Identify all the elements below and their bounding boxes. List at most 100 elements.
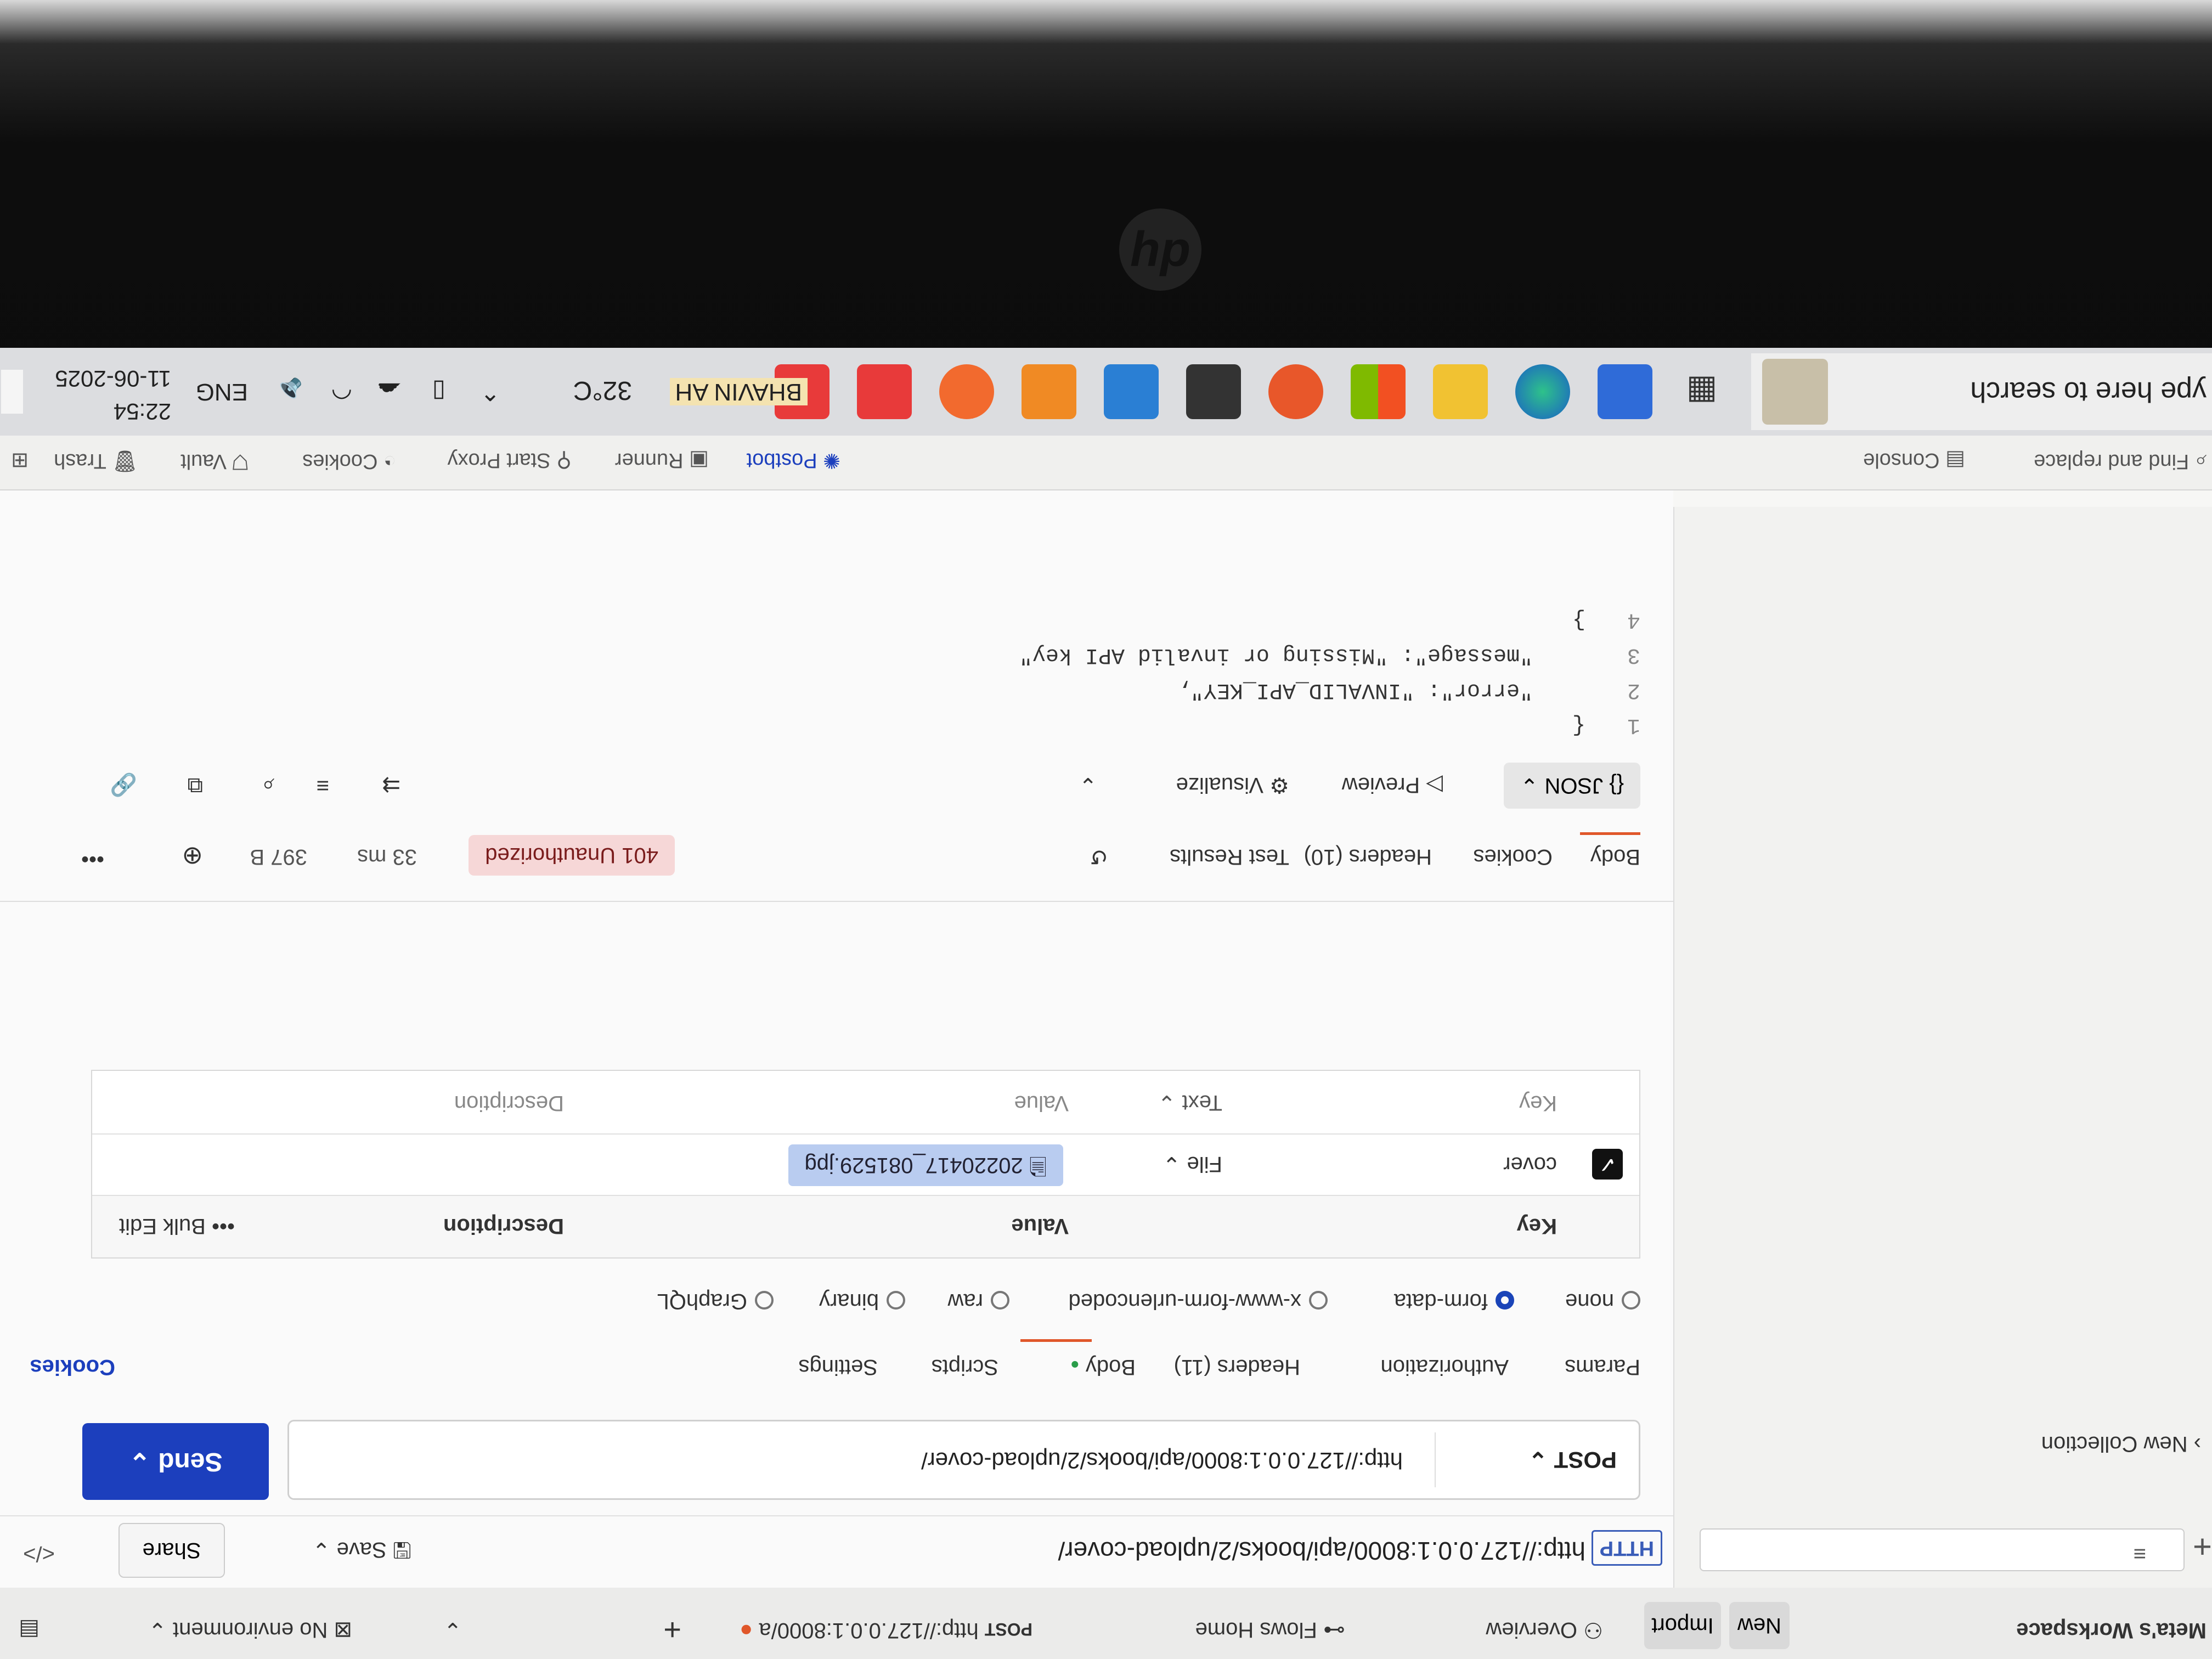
layout-toggle-icon[interactable]: ⊞: [11, 448, 29, 473]
task-view-icon[interactable]: ▦: [1674, 364, 1729, 419]
sidebar-item-new-collection[interactable]: › New Collection: [2041, 1431, 2201, 1456]
url-input[interactable]: http://127.0.0.1:8000/api/books/2/upload…: [921, 1447, 1403, 1474]
trash-button[interactable]: 🗑 Trash: [54, 449, 138, 473]
file-chip[interactable]: 🗎 20220417_081529.jpg: [788, 1144, 1063, 1186]
row-type-select[interactable]: File ⌄: [1163, 1152, 1222, 1177]
code-icon[interactable]: </>: [23, 1541, 55, 1566]
wrap-lines-icon[interactable]: ⇉: [382, 772, 400, 798]
new-tab-plus-icon[interactable]: +: [663, 1612, 681, 1648]
response-divider: [0, 901, 1673, 902]
new-button[interactable]: New: [1729, 1602, 1790, 1649]
save-button[interactable]: 🖫 Save ⌄: [312, 1528, 411, 1566]
response-tab-headers[interactable]: Headers (10): [1304, 844, 1432, 869]
workspace-title[interactable]: Meta's Workspace: [2016, 1618, 2207, 1643]
status-badge[interactable]: 401 Unauthorized: [469, 835, 675, 876]
globe-icon[interactable]: ⊕: [182, 842, 203, 871]
radio-urlencoded[interactable]: x-www-form-urlencoded: [1068, 1289, 1328, 1313]
tab-params[interactable]: Params: [1565, 1355, 1640, 1379]
response-tab-cookies[interactable]: Cookies: [1473, 844, 1553, 869]
postbot-icon: ✺: [817, 449, 840, 472]
runner-button[interactable]: ▣ Runner: [615, 448, 709, 473]
more-options-icon: •••: [205, 1214, 235, 1238]
clock-time[interactable]: 22:54: [114, 398, 171, 425]
response-tab-test-results[interactable]: Test Results: [1170, 844, 1289, 869]
environment-selector[interactable]: ⊠ No environment ⌄: [148, 1617, 352, 1643]
cookies-button[interactable]: ◔ Cookies: [302, 449, 396, 473]
environment-quick-look-icon[interactable]: ▤: [19, 1617, 40, 1643]
filter-icon[interactable]: ≡: [317, 773, 329, 798]
preview-button[interactable]: ▷ Preview: [1342, 772, 1443, 798]
radio-binary[interactable]: binary: [819, 1289, 905, 1313]
onedrive-icon[interactable]: ☁: [377, 377, 402, 405]
link-icon[interactable]: 🔗: [110, 772, 137, 798]
app-icon[interactable]: [1268, 364, 1323, 419]
response-tab-body[interactable]: Body: [1590, 844, 1640, 869]
tab-overview[interactable]: ⚇ Overview: [1486, 1617, 1603, 1643]
search-icon[interactable]: ⌕: [262, 773, 274, 798]
tab-headers[interactable]: Headers (11): [1174, 1355, 1300, 1379]
visualize-button[interactable]: ⚙ Visualize: [1176, 772, 1289, 798]
postbot-button[interactable]: ✺ Postbot: [747, 448, 840, 473]
visualize-dropdown-chevron-icon[interactable]: ⌄: [1079, 772, 1097, 798]
placeholder-type-select[interactable]: Text ⌄: [1158, 1090, 1222, 1115]
tray-chevron-icon[interactable]: ⌃: [480, 377, 500, 405]
placeholder-value-input[interactable]: Value: [1014, 1091, 1069, 1115]
postman-icon[interactable]: [939, 364, 994, 419]
notification-icon[interactable]: [1, 370, 23, 414]
language-indicator[interactable]: ENG: [196, 378, 248, 405]
tab-scripts[interactable]: Scripts: [932, 1355, 998, 1379]
sidebar-search-input[interactable]: [1700, 1528, 2185, 1571]
outlook-icon[interactable]: [1598, 364, 1652, 419]
tab-authorization[interactable]: Authorization: [1381, 1355, 1509, 1379]
tabs-dropdown-chevron-icon[interactable]: ⌄: [443, 1617, 462, 1643]
file-explorer-icon[interactable]: [1433, 364, 1488, 419]
share-button[interactable]: Share: [119, 1523, 225, 1578]
cookies-link[interactable]: Cookies: [30, 1355, 115, 1379]
sidebar-filter-icon[interactable]: ≡: [2134, 1541, 2146, 1566]
terminal-icon[interactable]: [1186, 364, 1241, 419]
bulk-edit-button[interactable]: ••• Bulk Edit: [119, 1214, 235, 1238]
history-icon[interactable]: ↺: [1090, 844, 1108, 869]
response-size[interactable]: 397 B: [250, 844, 307, 869]
row-key-input[interactable]: cover: [1503, 1152, 1557, 1177]
radio-raw-icon: [991, 1290, 1009, 1310]
copy-icon[interactable]: ⧉: [187, 773, 203, 798]
weather-widget[interactable]: 32°C: [573, 375, 632, 405]
tray-device-icon[interactable]: ▯: [432, 377, 445, 405]
import-button[interactable]: Import: [1644, 1602, 1721, 1649]
edge-icon[interactable]: [1515, 364, 1570, 419]
git-icon[interactable]: [857, 364, 912, 419]
tab-settings[interactable]: Settings: [798, 1355, 878, 1379]
start-proxy-button[interactable]: ⚲ Start Proxy: [448, 448, 572, 473]
wifi-icon[interactable]: ◠: [331, 377, 352, 405]
cookie-icon: ◔: [377, 450, 396, 473]
top-bar: Meta's Workspace New Import ⚇ Overview ⊶…: [0, 1587, 2212, 1659]
send-button[interactable]: Send ⌄: [82, 1423, 269, 1500]
clock-date[interactable]: 11-06-2025: [55, 365, 171, 392]
vscode-icon[interactable]: [1104, 364, 1159, 419]
radio-graphql[interactable]: GraphQL: [657, 1289, 774, 1313]
placeholder-key-input[interactable]: Key: [1519, 1091, 1557, 1115]
radio-form-data[interactable]: form-data: [1394, 1289, 1514, 1313]
response-more-icon[interactable]: •••: [81, 847, 104, 871]
row-enabled-checkbox[interactable]: ✓: [1592, 1149, 1623, 1180]
tab-body[interactable]: Body ●: [1070, 1355, 1136, 1379]
find-replace-button[interactable]: ⌕ Find and replace: [2034, 449, 2207, 473]
code-line: 1{: [1572, 713, 1640, 737]
method-select[interactable]: POST ⌄: [1528, 1447, 1617, 1474]
response-code-editor[interactable]: 1{ 2 "error": "INVALID_API_KEY", 3 "mess…: [159, 584, 1640, 737]
tab-request[interactable]: POST http://127.0.0.1:8000/a ●: [740, 1618, 1032, 1643]
microsoft-store-icon[interactable]: [1351, 364, 1406, 419]
placeholder-description-input[interactable]: Description: [454, 1091, 564, 1115]
radio-raw[interactable]: raw: [948, 1289, 1009, 1313]
tab-flows-home[interactable]: ⊶ Flows Home: [1195, 1617, 1345, 1643]
sidebar-add-icon[interactable]: +: [2193, 1528, 2212, 1566]
vault-button[interactable]: ⛉ Vault: [180, 449, 248, 473]
request-title[interactable]: http://127.0.0.1:8000/api/books/2/upload…: [1058, 1536, 1585, 1566]
volume-icon[interactable]: 🔈: [273, 377, 303, 405]
format-select[interactable]: {} JSON ⌄: [1503, 763, 1640, 809]
xampp-icon[interactable]: [1022, 364, 1076, 419]
console-button[interactable]: ▤ Console: [1863, 448, 1965, 473]
radio-none[interactable]: none: [1565, 1289, 1640, 1313]
response-time[interactable]: 33 ms: [357, 844, 417, 869]
